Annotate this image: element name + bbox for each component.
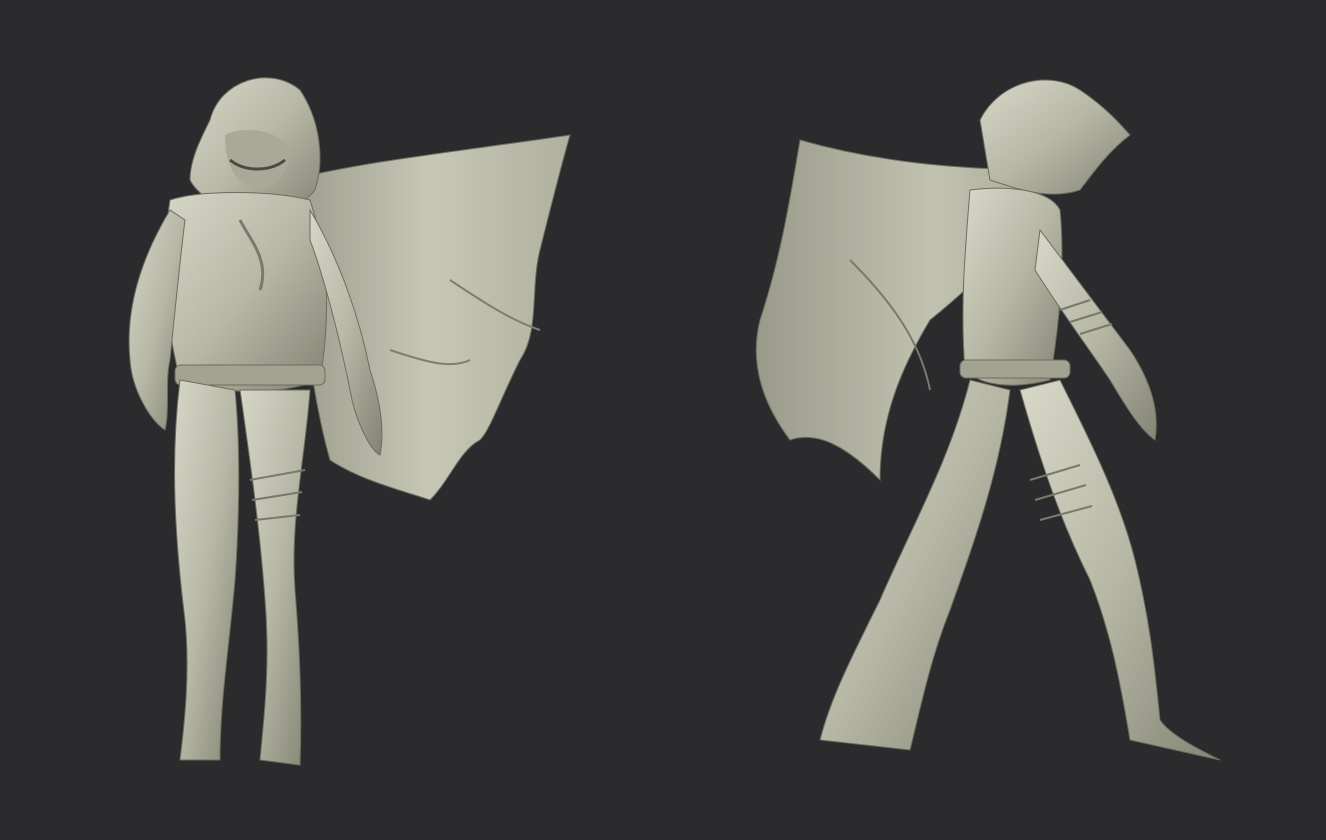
front-view-sculpt: [70, 60, 590, 790]
right-leg-front: [239, 389, 311, 766]
hood-side: [979, 79, 1131, 195]
front-leg-side: [1019, 379, 1221, 761]
left-leg-front: [174, 379, 240, 761]
front-figure-svg: [128, 77, 571, 766]
belt-front: [174, 364, 326, 386]
sculpt-viewport: [0, 0, 1326, 840]
torso-front: [164, 192, 328, 392]
side-view-sculpt: [730, 60, 1270, 790]
belt-side: [959, 359, 1071, 379]
cape-front: [289, 134, 571, 501]
side-figure-svg: [755, 79, 1221, 761]
